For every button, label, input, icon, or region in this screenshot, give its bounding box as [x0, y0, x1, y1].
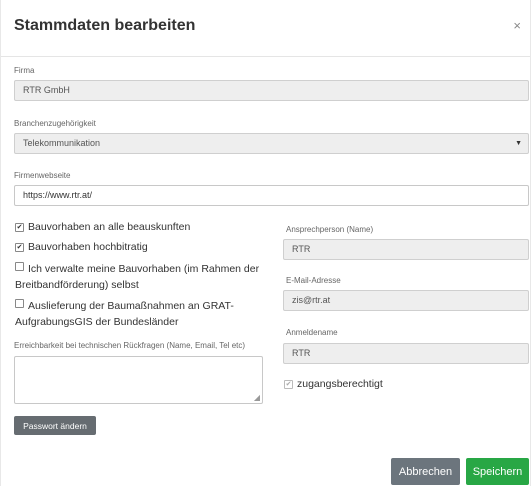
zugangsberechtigt-row[interactable]: ✔ zugangsberechtigt — [284, 376, 383, 392]
email-label: E-Mail-Adresse — [286, 276, 341, 285]
save-button[interactable]: Speichern — [466, 458, 529, 485]
anmeldename-label: Anmeldename — [286, 328, 338, 337]
branche-label: Branchenzugehörigkeit — [14, 119, 96, 128]
checkbox-label-hochbitratig: Bauvorhaben hochbitratig — [28, 241, 148, 253]
checkbox-hochbitratig[interactable]: ✔ — [15, 243, 24, 252]
chevron-down-icon: ▼ — [515, 140, 522, 147]
ansprechperson-field[interactable]: RTR — [283, 239, 529, 260]
webseite-label: Firmenwebseite — [14, 171, 71, 180]
ansprechperson-label: Ansprechperson (Name) — [286, 225, 374, 234]
erreichbarkeit-textarea[interactable]: ◢ — [14, 356, 263, 404]
dialog-title: Stammdaten bearbeiten — [14, 17, 196, 34]
erreichbarkeit-label: Erreichbarkeit bei technischen Rückfrage… — [14, 341, 246, 350]
checkbox-label-beauskunften: Bauvorhaben an alle beauskunften — [28, 221, 191, 233]
zugangsberechtigt-label: zugangsberechtigt — [297, 378, 383, 390]
checkbox-beauskunften[interactable]: ✔ — [15, 223, 24, 232]
branche-select[interactable]: Telekommunikation ▼ — [14, 133, 529, 154]
edit-master-data-dialog: Stammdaten bearbeiten × Firma RTR GmbH B… — [0, 0, 531, 486]
checkbox-zugangsberechtigt[interactable]: ✔ — [284, 380, 293, 389]
checkbox-row-beauskunften[interactable]: ✔ Bauvorhaben an alle beauskunften — [15, 219, 190, 235]
checkbox-grat[interactable] — [15, 299, 24, 308]
anmeldename-field[interactable]: RTR — [283, 343, 529, 364]
close-icon[interactable]: × — [513, 18, 521, 33]
dialog-header: Stammdaten bearbeiten × — [1, 0, 530, 57]
change-password-button[interactable]: Passwort ändern — [14, 416, 96, 435]
firma-label: Firma — [14, 66, 35, 75]
cancel-button[interactable]: Abbrechen — [391, 458, 460, 485]
email-field[interactable]: zis@rtr.at — [283, 290, 529, 311]
resize-grip-icon[interactable]: ◢ — [254, 393, 260, 402]
firma-field[interactable]: RTR GmbH — [14, 80, 529, 101]
checkbox-label-selbst-verwalten-2: Breitbandförderung) selbst — [15, 279, 139, 291]
checkbox-row-grat[interactable]: Auslieferung der Baumaßnahmen an GRAT- A… — [15, 298, 234, 330]
checkbox-row-hochbitratig[interactable]: ✔ Bauvorhaben hochbitratig — [15, 239, 148, 255]
checkbox-selbst-verwalten[interactable] — [15, 262, 24, 271]
webseite-input[interactable]: https://www.rtr.at/ — [14, 185, 529, 206]
checkbox-label-selbst-verwalten-1: Ich verwalte meine Bauvorhaben (im Rahme… — [28, 263, 260, 275]
branche-selected-value: Telekommunikation — [23, 138, 101, 148]
checkbox-row-selbst-verwalten[interactable]: Ich verwalte meine Bauvorhaben (im Rahme… — [15, 261, 259, 293]
checkbox-label-grat-2: AufgrabungsGIS der Bundesländer — [15, 316, 179, 328]
checkbox-label-grat-1: Auslieferung der Baumaßnahmen an GRAT- — [28, 300, 234, 312]
